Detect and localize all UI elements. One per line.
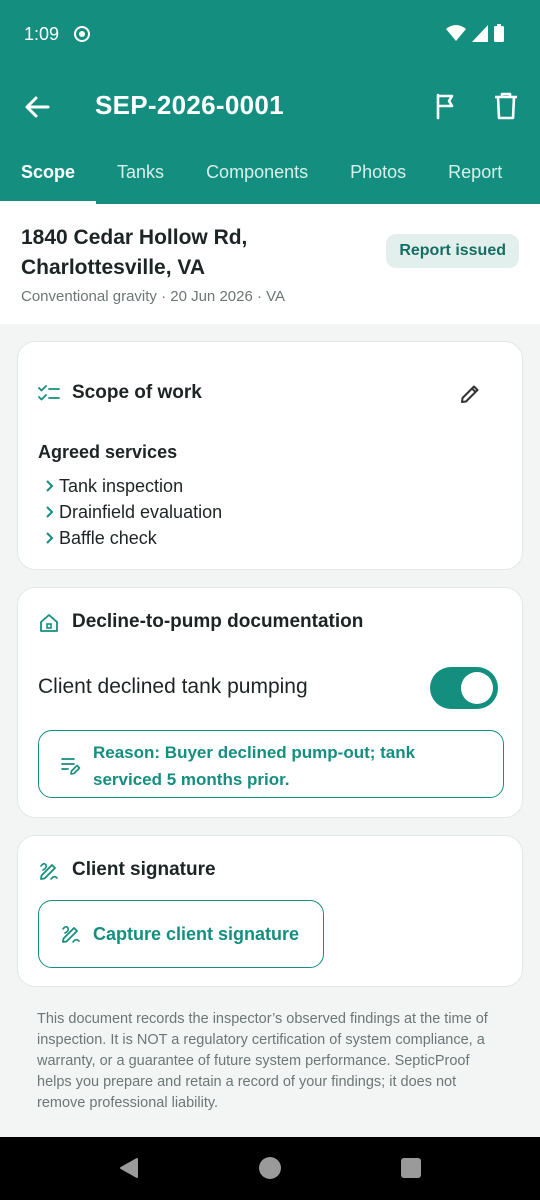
edit-icon[interactable]: [458, 382, 482, 406]
signature-icon: [40, 862, 58, 880]
status-badge: Report issued: [386, 234, 519, 268]
service-label: Drainfield evaluation: [59, 501, 223, 522]
notification-icon: [74, 26, 90, 42]
app-bar: SEP-2026-0001: [0, 70, 540, 142]
toggle-knob: [461, 672, 493, 704]
list-item: Baffle check: [42, 525, 222, 551]
tab-scope[interactable]: Scope: [0, 142, 97, 204]
nav-recents-icon[interactable]: [401, 1158, 421, 1178]
tab-report[interactable]: Report: [427, 142, 523, 204]
scope-card: Scope of work Agreed services Tank inspe…: [17, 341, 523, 570]
decline-title: Decline-to-pump documentation: [72, 611, 364, 632]
decline-reason-text: Reason: Buyer declined pump-out; tank se…: [93, 743, 416, 789]
tab-bar: Scope Tanks Components Photos Report: [0, 142, 540, 204]
wifi-icon: [446, 25, 466, 41]
agreed-services-heading: Agreed services: [38, 442, 178, 462]
back-arrow-icon[interactable]: [22, 92, 52, 122]
checklist-icon: [38, 385, 60, 401]
service-label: Tank inspection: [59, 475, 184, 496]
list-item: Drainfield evaluation: [42, 499, 222, 525]
status-time: 1:09: [24, 24, 60, 44]
capture-signature-button[interactable]: Capture client signature: [38, 900, 324, 968]
tab-components[interactable]: Components: [185, 142, 329, 204]
flag-icon[interactable]: [432, 92, 460, 120]
home-icon: [40, 614, 58, 632]
tab-photos[interactable]: Photos: [329, 142, 427, 204]
page-title: SEP-2026-0001: [95, 90, 284, 120]
signature-title: Client signature: [72, 859, 216, 880]
chevron-right-icon: [46, 506, 54, 518]
status-bar: 1:09: [0, 0, 540, 70]
service-label: Baffle check: [59, 527, 157, 548]
job-meta: Conventional gravity · 20 Jun 2026 · VA: [21, 288, 286, 305]
nav-back-icon[interactable]: [118, 1157, 140, 1179]
job-address: 1840 Cedar Hollow Rd, Charlottesville, V…: [21, 223, 351, 283]
decline-toggle[interactable]: [430, 667, 498, 709]
services-list: Tank inspection Drainfield evaluation Ba…: [42, 473, 222, 551]
disclaimer-text: This document records the inspector’s ob…: [37, 1011, 488, 1111]
scope-title: Scope of work: [72, 382, 202, 403]
address-line-1: 1840 Cedar Hollow Rd,: [21, 226, 248, 249]
note-edit-icon: [61, 758, 81, 775]
signature-icon: [62, 925, 80, 943]
decline-toggle-label: Client declined tank pumping: [38, 675, 308, 698]
list-item: Tank inspection: [42, 473, 222, 499]
capture-signature-label: Capture client signature: [93, 924, 300, 944]
status-icons: [446, 24, 504, 42]
tab-tanks[interactable]: Tanks: [96, 142, 185, 204]
signature-card: Client signature Capture client signatur…: [17, 835, 523, 987]
delete-icon[interactable]: [492, 91, 520, 121]
signal-icon: [472, 25, 488, 42]
chevron-right-icon: [46, 480, 54, 492]
job-header: 1840 Cedar Hollow Rd, Charlottesville, V…: [0, 204, 540, 324]
chevron-right-icon: [46, 532, 54, 544]
address-line-2: Charlottesville, VA: [21, 256, 205, 279]
system-nav-bar: [0, 1137, 540, 1200]
battery-icon: [494, 24, 504, 42]
decline-reason-box[interactable]: Reason: Buyer declined pump-out; tank se…: [38, 730, 504, 798]
nav-home-icon[interactable]: [259, 1157, 281, 1179]
decline-card: Decline-to-pump documentation Client dec…: [17, 587, 523, 818]
